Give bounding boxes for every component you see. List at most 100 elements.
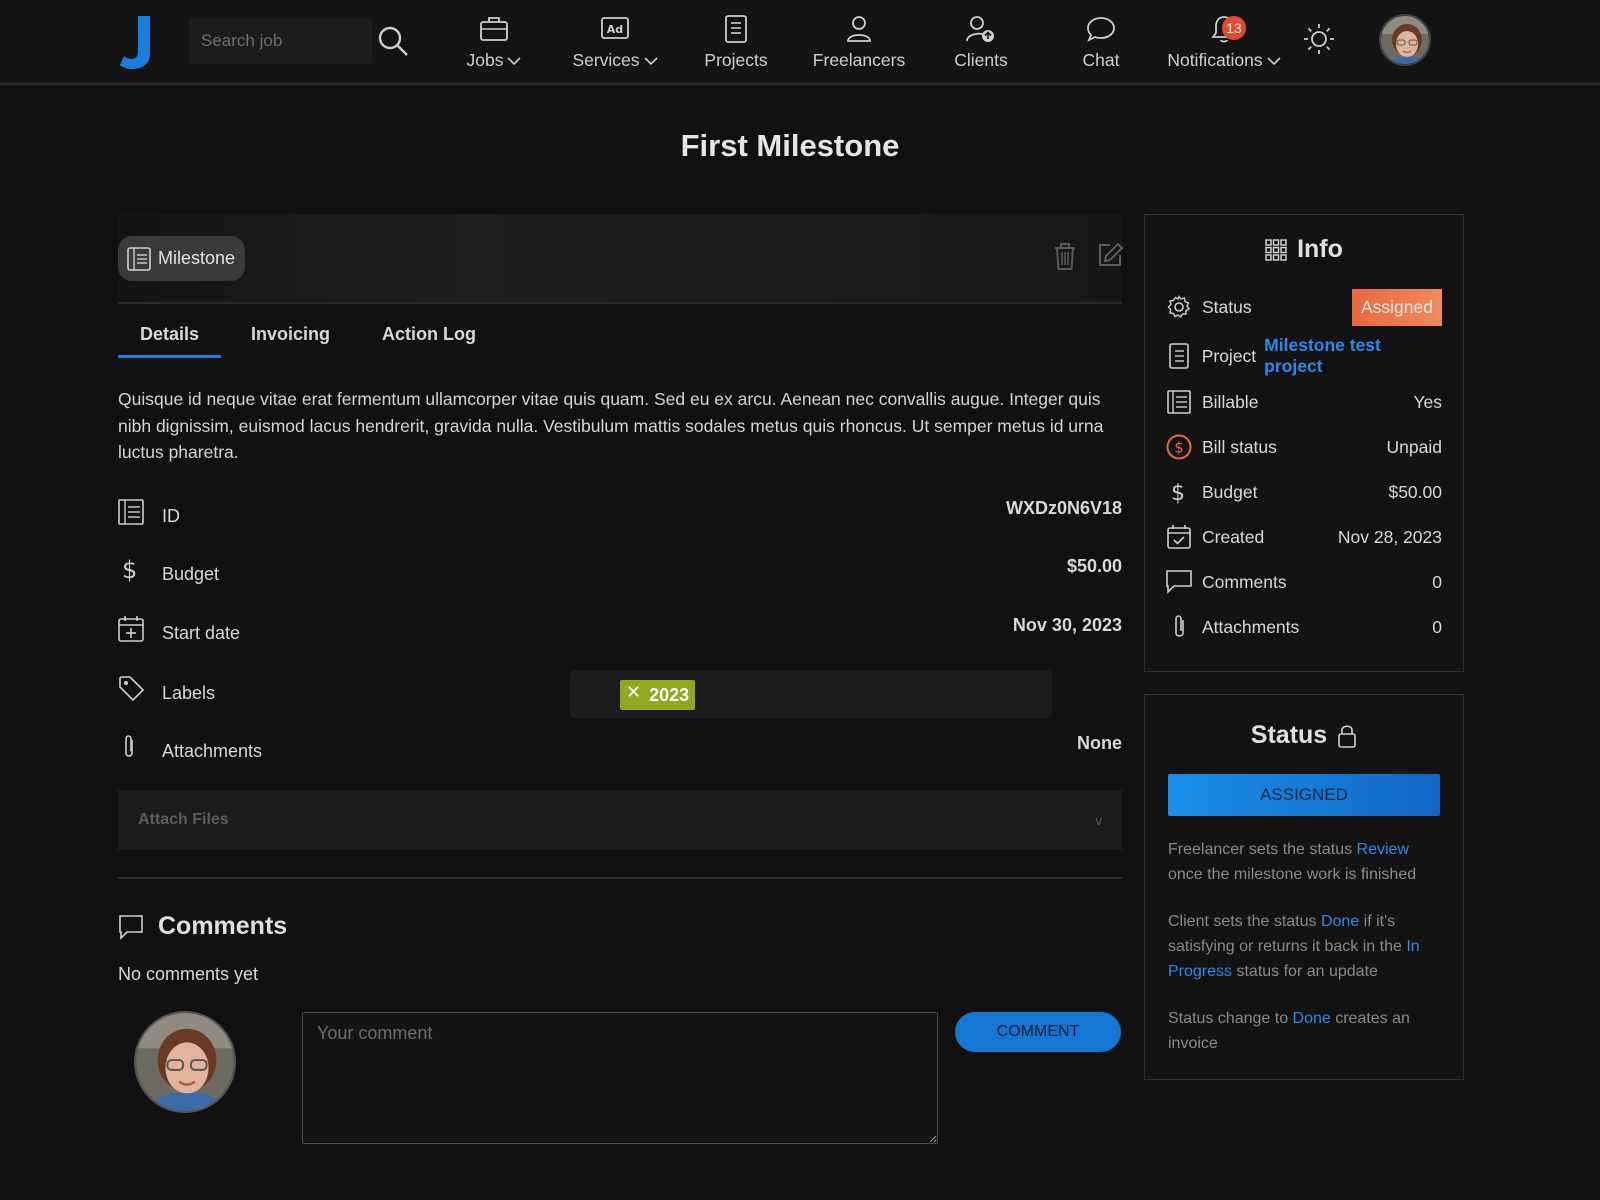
grid-icon xyxy=(1265,238,1287,261)
tab-invoicing[interactable]: Invoicing xyxy=(221,314,360,358)
info-bill-status-value: Unpaid xyxy=(1386,436,1442,457)
status-panel: Status ASSIGNED Freelancer sets the stat… xyxy=(1144,694,1464,1080)
status-help-review: Freelancer sets the status Review once t… xyxy=(1168,837,1440,887)
info-attachments-label: Attachments xyxy=(1202,616,1300,637)
detail-attachments-label: Attachments xyxy=(162,741,263,761)
info-row-status: Status Assigned xyxy=(1166,288,1442,326)
detail-labels-label: Labels xyxy=(162,683,216,703)
nav-services[interactable]: Ad Services xyxy=(570,12,660,78)
chevron-down-icon xyxy=(507,56,522,66)
search-icon[interactable] xyxy=(377,25,409,57)
page-title: First Milestone xyxy=(680,128,900,163)
comment-button[interactable]: COMMENT xyxy=(955,1012,1121,1052)
status-help-text: once the milestone work is finished xyxy=(1168,866,1417,883)
svg-text:$: $ xyxy=(1171,481,1185,505)
label-tag-text: 2023 xyxy=(649,684,690,705)
user-avatar[interactable] xyxy=(1379,14,1431,66)
status-help-text: Client sets the status xyxy=(1168,913,1321,930)
info-row-attachments: Attachments 0 xyxy=(1166,612,1442,642)
info-title-text: Info xyxy=(1297,235,1343,263)
search-input[interactable] xyxy=(189,18,372,64)
attach-files-dropdown[interactable]: Attach Files v xyxy=(118,790,1122,850)
nav-clients-label: Clients xyxy=(954,50,1008,70)
nav-projects[interactable]: Projects xyxy=(702,12,770,78)
project-link[interactable]: Milestone test project xyxy=(1264,335,1442,377)
detail-id-value: WXDz0N6V18 xyxy=(1005,498,1122,518)
edit-icon[interactable] xyxy=(1096,241,1124,271)
theme-toggle-sun-icon[interactable] xyxy=(1302,22,1336,56)
detail-row-attachments: Attachments None xyxy=(118,733,1122,773)
paperclip-icon xyxy=(1166,614,1192,640)
status-select-button[interactable]: ASSIGNED xyxy=(1168,774,1440,816)
nav-freelancers[interactable]: Freelancers xyxy=(811,12,907,78)
detail-id-label: ID xyxy=(162,506,180,526)
search-field[interactable] xyxy=(189,18,372,64)
svg-text:Ad: Ad xyxy=(607,23,623,36)
info-row-budget: $ Budget $50.00 xyxy=(1166,477,1442,507)
status-title-text: Status xyxy=(1250,721,1328,749)
status-link-review[interactable]: Review xyxy=(1357,841,1409,858)
info-budget-value: $50.00 xyxy=(1388,481,1442,502)
info-billable-value: Yes xyxy=(1413,391,1442,412)
detail-row-budget: $ Budget $50.00 xyxy=(118,556,1122,596)
status-help-text: Status change to xyxy=(1168,1010,1293,1027)
info-attachments-value: 0 xyxy=(1432,616,1442,637)
list-table-icon xyxy=(1166,389,1192,415)
milestone-description: Quisque id neque vitae erat fermentum ul… xyxy=(118,389,1104,462)
detail-budget-label: Budget xyxy=(162,564,220,584)
info-comments-value: 0 xyxy=(1432,571,1442,592)
milestone-chip: Milestone xyxy=(118,236,246,281)
notebook-icon xyxy=(1166,343,1192,369)
chevron-down-icon: v xyxy=(1095,812,1103,828)
list-table-icon xyxy=(126,246,152,272)
chat-bubble-icon xyxy=(118,914,144,940)
nav-chat[interactable]: Chat xyxy=(1080,12,1122,78)
detail-attachments-value: None xyxy=(1077,733,1122,753)
chevron-down-icon xyxy=(1267,56,1281,66)
nav-notifications[interactable]: 13 Notifications xyxy=(1162,12,1286,78)
calendar-check-icon xyxy=(1166,524,1192,550)
nav-services-label: Services xyxy=(572,50,640,70)
dollar-coin-icon: $ xyxy=(1166,434,1192,460)
info-comments-label: Comments xyxy=(1202,571,1287,592)
info-bill-status-label: Bill status xyxy=(1202,436,1277,457)
no-comments-text: No comments yet xyxy=(118,964,259,984)
trash-icon[interactable] xyxy=(1052,241,1080,271)
svg-text:$: $ xyxy=(1174,439,1184,457)
detail-row-id: ID WXDz0N6V18 xyxy=(118,498,1122,538)
info-row-billable: Billable Yes xyxy=(1166,387,1442,417)
dollar-icon: $ xyxy=(1166,479,1192,505)
svg-text:$: $ xyxy=(122,556,137,584)
ad-icon: Ad xyxy=(598,12,632,46)
lock-icon xyxy=(1337,723,1357,749)
remove-label-icon[interactable]: ✕ xyxy=(626,682,641,703)
nav-projects-label: Projects xyxy=(704,50,768,70)
list-table-icon xyxy=(118,498,146,528)
nav-clients[interactable]: Clients xyxy=(950,12,1012,78)
info-row-project: Project Milestone test project xyxy=(1166,335,1442,376)
info-row-created: Created Nov 28, 2023 xyxy=(1166,522,1442,552)
person-upload-icon xyxy=(964,12,998,46)
tab-action-log[interactable]: Action Log xyxy=(360,314,498,358)
tab-details[interactable]: Details xyxy=(118,314,222,358)
status-help-text: Freelancer sets the status xyxy=(1168,841,1357,858)
status-help-text: status for an update xyxy=(1232,963,1378,980)
info-row-bill-status: $ Bill status Unpaid xyxy=(1166,432,1442,462)
nav-jobs[interactable]: Jobs xyxy=(462,12,526,78)
logo-icon[interactable] xyxy=(120,14,154,70)
status-link-done[interactable]: Done xyxy=(1321,913,1359,930)
notebook-icon xyxy=(719,12,753,46)
info-panel: Info Status Assigned Project Milestone t… xyxy=(1144,214,1464,672)
status-link-done[interactable]: Done xyxy=(1293,1010,1331,1027)
chevron-down-icon xyxy=(643,56,658,66)
labels-input[interactable]: ✕ 2023 xyxy=(570,670,1052,718)
status-badge: Assigned xyxy=(1352,288,1442,326)
nav-chat-label: Chat xyxy=(1082,50,1120,70)
status-panel-title: Status xyxy=(1145,721,1463,750)
nav-freelancers-label: Freelancers xyxy=(812,50,906,70)
notifications-badge: 13 xyxy=(1222,16,1246,40)
info-budget-label: Budget xyxy=(1202,481,1258,502)
person-icon xyxy=(842,12,876,46)
comment-textarea[interactable] xyxy=(302,1012,938,1144)
info-project-label: Project xyxy=(1201,345,1257,366)
